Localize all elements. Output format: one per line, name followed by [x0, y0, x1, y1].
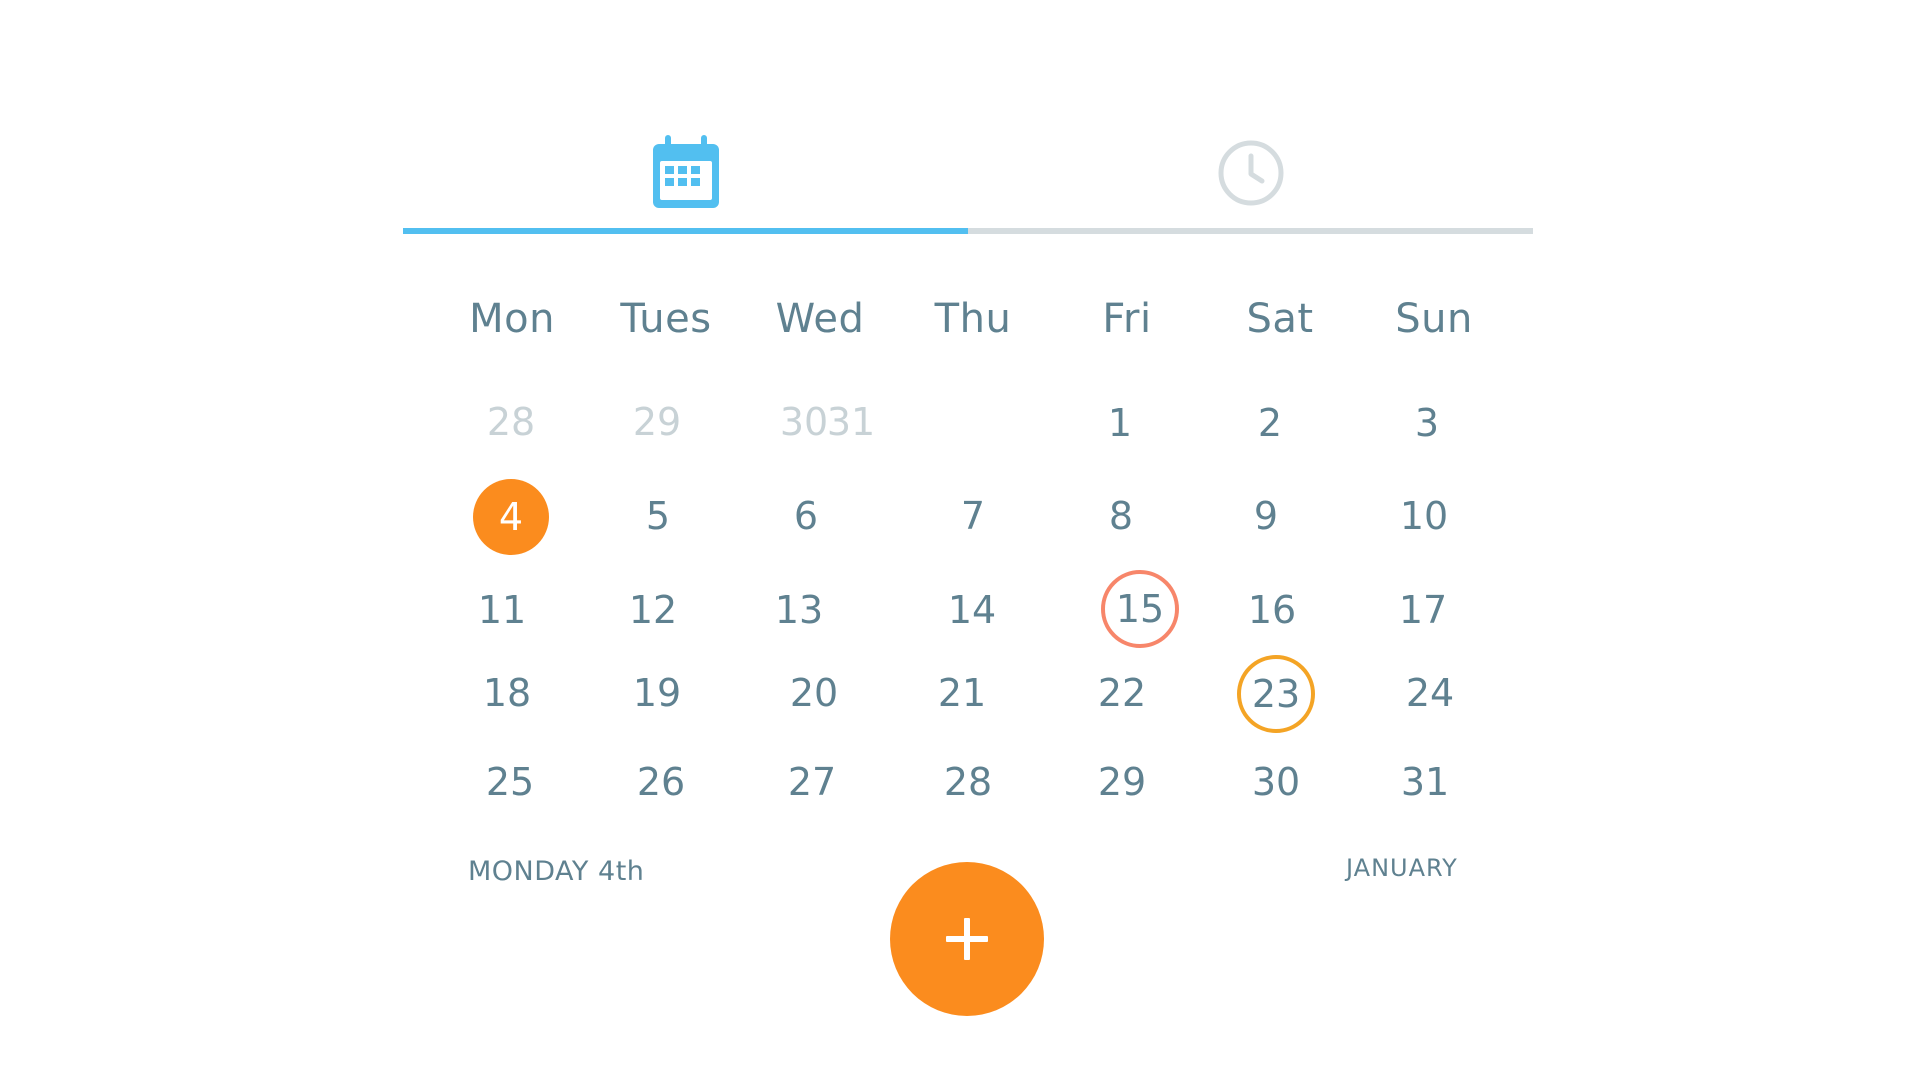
weekday-tues: Tues: [620, 296, 712, 342]
day-25[interactable]: 25: [465, 737, 555, 827]
day-3[interactable]: 3: [1382, 378, 1472, 468]
day-27[interactable]: 27: [767, 737, 857, 827]
weekday-sat: Sat: [1246, 296, 1314, 342]
day-16[interactable]: 16: [1227, 565, 1317, 655]
day-28[interactable]: 28: [923, 737, 1013, 827]
day-17[interactable]: 17: [1378, 565, 1468, 655]
day-14[interactable]: 14: [927, 565, 1017, 655]
weekday-fri: Fri: [1102, 296, 1152, 342]
clock-icon: [1218, 140, 1283, 206]
day-1[interactable]: 1: [1075, 378, 1165, 468]
tab-indicator-active: [403, 228, 968, 234]
day-15-event[interactable]: 15: [1101, 570, 1179, 648]
tab-calendar[interactable]: [403, 118, 968, 228]
day-9[interactable]: 9: [1221, 471, 1311, 561]
day-22[interactable]: 22: [1077, 648, 1167, 738]
day-19[interactable]: 19: [612, 648, 702, 738]
day-30[interactable]: 30: [1231, 737, 1321, 827]
weekday-sun: Sun: [1395, 296, 1473, 342]
day-29[interactable]: 29: [1077, 737, 1167, 827]
weekday-mon: Mon: [469, 296, 555, 342]
day-8[interactable]: 8: [1076, 471, 1166, 561]
plus-icon: [946, 918, 988, 960]
day-4-today[interactable]: 4: [473, 479, 549, 555]
weekday-thu: Thu: [934, 296, 1012, 342]
selected-date-label: MONDAY 4th: [468, 856, 645, 887]
day-prev-31[interactable]: 31: [806, 377, 896, 467]
day-21[interactable]: 21: [917, 648, 1007, 738]
tab-indicator-inactive: [968, 228, 1533, 234]
calendar-icon: [652, 135, 719, 208]
day-12[interactable]: 12: [608, 565, 698, 655]
day-2[interactable]: 2: [1225, 378, 1315, 468]
day-10[interactable]: 10: [1379, 471, 1469, 561]
day-23-event[interactable]: 23: [1237, 655, 1315, 733]
day-18[interactable]: 18: [462, 648, 552, 738]
day-prev-29[interactable]: 29: [612, 377, 702, 467]
weekday-wed: Wed: [775, 296, 865, 342]
tab-clock[interactable]: [968, 118, 1533, 228]
day-5[interactable]: 5: [613, 471, 703, 561]
month-label: JANUARY: [1346, 854, 1458, 882]
day-31[interactable]: 31: [1380, 737, 1470, 827]
day-26[interactable]: 26: [616, 737, 706, 827]
day-20[interactable]: 20: [769, 648, 859, 738]
day-13[interactable]: 13: [754, 565, 844, 655]
day-11[interactable]: 11: [457, 565, 547, 655]
day-6[interactable]: 6: [761, 471, 851, 561]
day-24[interactable]: 24: [1385, 648, 1475, 738]
add-event-button[interactable]: [890, 862, 1044, 1016]
day-prev-28[interactable]: 28: [466, 377, 556, 467]
day-7[interactable]: 7: [928, 471, 1018, 561]
